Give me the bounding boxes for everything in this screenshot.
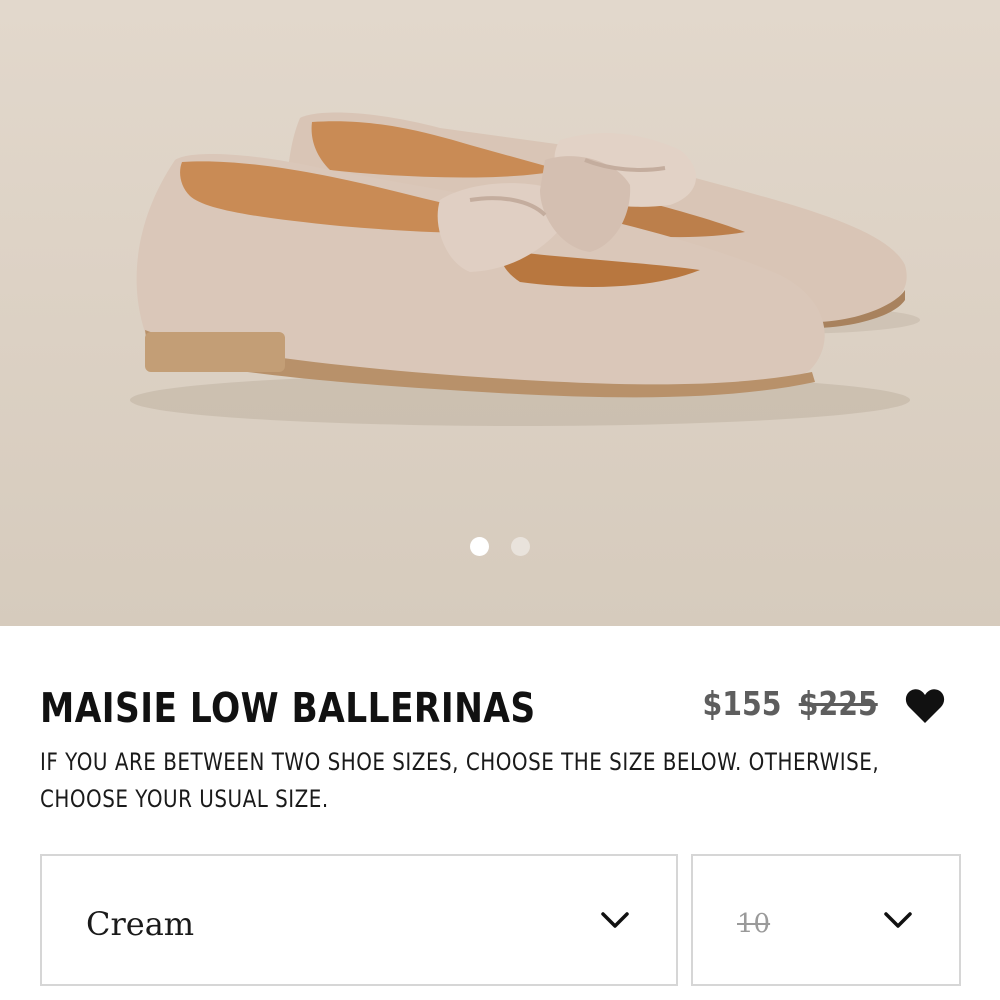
price-original: $225 — [799, 684, 878, 723]
size-select[interactable]: 10 — [691, 854, 961, 986]
chevron-down-icon — [884, 912, 912, 928]
color-select[interactable]: Cream — [40, 854, 678, 986]
carousel-dot-2[interactable] — [511, 537, 530, 556]
product-image-carousel[interactable] — [0, 0, 1000, 626]
price-block: $155 $225 — [703, 684, 878, 723]
carousel-dot-1[interactable] — [470, 537, 489, 556]
size-guidance-text: IF YOU ARE BETWEEN TWO SHOE SIZES, CHOOS… — [40, 748, 880, 813]
product-page: MAISIE LOW BALLERINAS $155 $225 IF YOU A… — [0, 0, 1000, 1000]
heart-icon[interactable] — [905, 688, 945, 724]
color-select-value: Cream — [86, 905, 195, 943]
size-select-value: 10 — [737, 909, 771, 939]
carousel-pagination — [0, 537, 1000, 556]
chevron-down-icon — [601, 912, 629, 928]
product-title: MAISIE LOW BALLERINAS — [40, 684, 536, 732]
product-photo — [130, 112, 920, 426]
price-current: $155 — [702, 684, 782, 723]
